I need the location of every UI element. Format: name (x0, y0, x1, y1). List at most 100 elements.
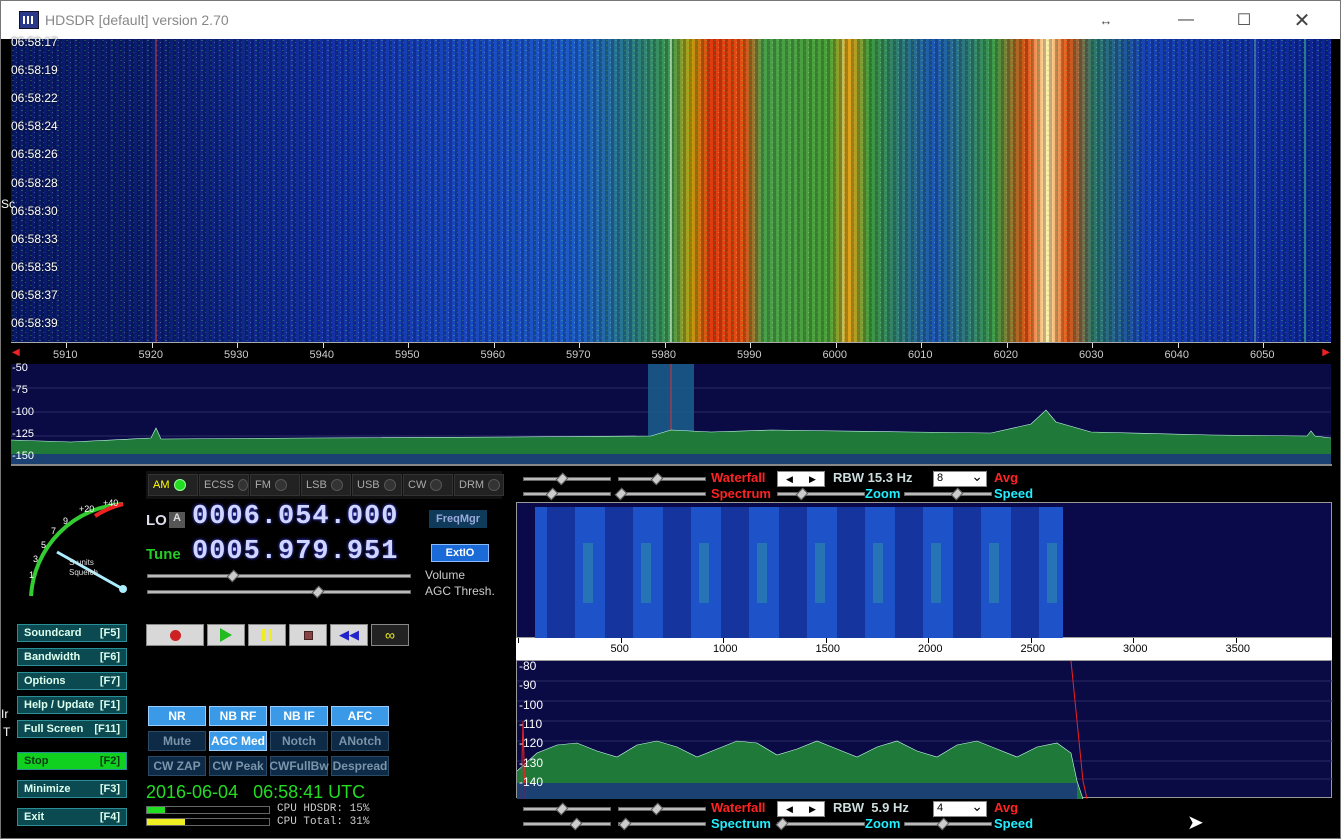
record-button[interactable] (146, 624, 204, 646)
datetime: 2016-06-04 06:58:41 UTC (146, 782, 366, 802)
slider-knob[interactable] (569, 817, 583, 831)
scale-tick (66, 343, 67, 348)
minimize-button[interactable]: — (1157, 1, 1215, 39)
cpu-hdsdr-bar (146, 806, 270, 814)
mode-usb-button[interactable]: USB (352, 474, 402, 496)
slider-knob[interactable] (950, 487, 964, 501)
anotch-button[interactable]: ANotch (331, 731, 389, 751)
extio-button[interactable]: ExtIO (431, 544, 489, 562)
mute-button[interactable]: Mute (148, 731, 206, 751)
rf-avg-dropdown[interactable]: 8 (933, 468, 987, 487)
mode-am-button[interactable]: AM (148, 474, 198, 496)
af-scale-tick (518, 638, 519, 643)
af-waterfall-arrows[interactable]: ◀ ▶ (777, 801, 825, 817)
agc-med-button[interactable]: AGC Med (209, 731, 267, 751)
af-db-label: -140 (519, 774, 544, 789)
af-speed-slider[interactable] (904, 817, 992, 831)
maximize-button[interactable]: ☐ (1215, 1, 1273, 39)
slider-knob[interactable] (555, 802, 569, 816)
slider-knob[interactable] (650, 802, 664, 816)
mode-drm-button[interactable]: DRM (454, 474, 504, 496)
slider-knob[interactable] (555, 472, 569, 486)
agc-thresh-slider[interactable] (147, 585, 411, 599)
scroll-left-icon[interactable]: ◀ (12, 347, 20, 358)
af-waterfall[interactable] (516, 502, 1332, 639)
mouse-cursor-icon: ➤ (1187, 812, 1204, 834)
mode-led-icon (383, 479, 396, 491)
cw-peak-button[interactable]: CW Peak (209, 756, 267, 776)
soundcard-button[interactable]: Soundcard [F5] (17, 624, 127, 642)
slider-knob[interactable] (795, 487, 809, 501)
scale-label: 5910 (53, 349, 78, 361)
cw-zap-button[interactable]: CW ZAP (148, 756, 206, 776)
scale-label: 5930 (224, 349, 249, 361)
af-slider-4[interactable] (618, 817, 706, 831)
rf-waterfall-arrows[interactable]: ◀ ▶ (777, 471, 825, 487)
afc-button[interactable]: AFC (331, 706, 389, 726)
loop-button[interactable]: ∞ (371, 624, 409, 646)
scroll-right-icon[interactable]: ▶ (1322, 347, 1330, 358)
tune-frequency[interactable]: 0005.979.951 (192, 537, 398, 567)
waterfall-timestamp: 06:58:39 (11, 316, 58, 330)
close-button[interactable]: ✕ (1273, 1, 1331, 39)
db-label: -150 (12, 450, 35, 462)
freqmgr-button[interactable]: FreqMgr (429, 510, 487, 528)
mode-fm-button[interactable]: FM (250, 474, 300, 496)
slider-knob[interactable] (650, 472, 664, 486)
slider-knob[interactable] (311, 585, 325, 599)
main-spectrum[interactable]: -50 -75 -100 -125 -150 (10, 362, 1332, 464)
mode-lsb-button[interactable]: LSB (301, 474, 351, 496)
main-waterfall[interactable]: 06:58:17 06:58:19 06:58:22 06:58:24 06:58:26… (11, 35, 1331, 342)
af-slider-1[interactable] (523, 802, 611, 816)
af-spectrum[interactable]: -80 -90 -100 -110 -120 -130 -140 (516, 659, 1333, 800)
slider-knob[interactable] (618, 817, 632, 831)
help-update-button[interactable]: Help / Update [F1] (17, 696, 127, 714)
play-button[interactable] (207, 624, 245, 646)
pause-button[interactable] (248, 624, 286, 646)
rf-slider-1[interactable] (523, 472, 611, 486)
nb-rf-button[interactable]: NB RF (209, 706, 267, 726)
rewind-icon: ◀◀ (339, 627, 359, 642)
minimize-button[interactable]: Minimize [F3] (17, 780, 127, 798)
slider-knob[interactable] (936, 817, 950, 831)
button-key: [F5] (99, 627, 120, 639)
af-avg-dropdown[interactable]: 4 (933, 798, 987, 817)
waterfall-timestamp: 06:58:37 (11, 287, 58, 302)
mode-label: CW (408, 479, 427, 491)
notch-button[interactable]: Notch (270, 731, 328, 751)
af-zoom-slider[interactable] (775, 817, 865, 831)
db-label: -100 (12, 406, 35, 418)
despread-button[interactable]: Despread (331, 756, 389, 776)
rf-slider-4[interactable] (614, 487, 706, 501)
mode-cw-button[interactable]: CW (403, 474, 453, 496)
exit-button[interactable]: Exit [F4] (17, 808, 127, 826)
frequency-scale[interactable]: ◀ ▶ 5910 5920 5930 5940 5950 5960 5970 5980 5990… (11, 342, 1331, 364)
smeter-tick: 5 (41, 540, 47, 550)
rf-speed-slider[interactable] (904, 487, 992, 501)
rf-slider-3[interactable] (523, 487, 611, 501)
af-slider-3[interactable] (523, 817, 611, 831)
slider-knob[interactable] (226, 569, 240, 583)
cwfullbw-button[interactable]: CWFullBw (269, 756, 329, 776)
bandwidth-button[interactable]: Bandwidth [F6] (17, 648, 127, 666)
volume-slider[interactable] (147, 569, 411, 583)
rf-slider-2[interactable] (618, 472, 706, 486)
mode-ecss-button[interactable]: ECSS (199, 474, 249, 496)
mode-label: USB (357, 479, 380, 491)
rf-zoom-slider[interactable] (777, 487, 865, 501)
mode-led-icon (274, 479, 287, 491)
nb-if-button[interactable]: NB IF (270, 706, 328, 726)
full-screen-button[interactable]: Full Screen [F11] (17, 720, 127, 738)
options-button[interactable]: Options [F7] (17, 672, 127, 690)
slider-knob[interactable] (545, 487, 559, 501)
slider-knob[interactable] (775, 817, 789, 831)
slider-knob[interactable] (614, 487, 628, 501)
db-label: -125 (12, 428, 35, 440)
af-slider-2[interactable] (618, 802, 706, 816)
nr-button[interactable]: NR (148, 706, 206, 726)
stop-playback-button[interactable] (289, 624, 327, 646)
stop-button[interactable]: Stop [F2] (17, 752, 127, 770)
rewind-button[interactable]: ◀◀ (330, 624, 368, 646)
lo-a-button[interactable]: A (169, 512, 185, 528)
lo-frequency[interactable]: 0006.054.000 (192, 502, 398, 532)
